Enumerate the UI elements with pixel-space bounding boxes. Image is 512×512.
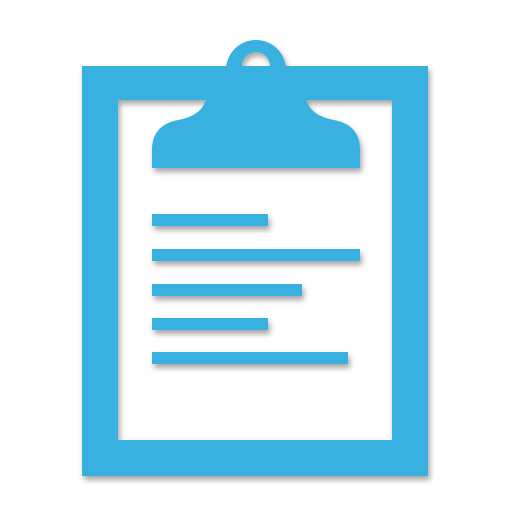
- text-line: [152, 214, 268, 226]
- clipboard-clip: [152, 40, 360, 168]
- text-line: [152, 249, 360, 261]
- text-line: [152, 284, 302, 296]
- text-line: [152, 352, 348, 364]
- app-icon-canvas: [0, 0, 512, 512]
- text-line: [152, 318, 268, 330]
- clipboard-icon: [82, 40, 428, 476]
